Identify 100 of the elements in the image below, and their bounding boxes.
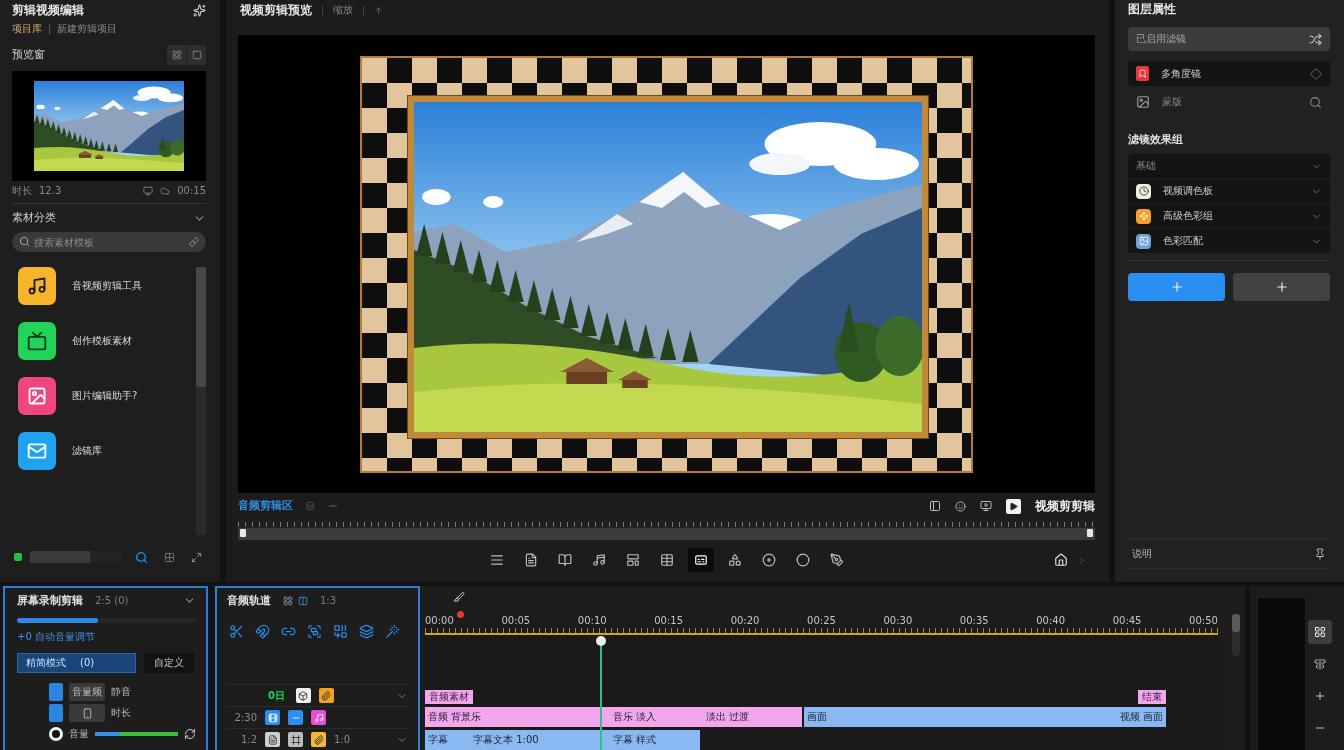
- monitor-icon: [143, 185, 154, 196]
- film-icon[interactable]: [265, 710, 280, 725]
- time-label: 00:50: [1189, 615, 1218, 628]
- trim-handle[interactable]: [240, 529, 246, 537]
- pen-icon: [829, 553, 844, 567]
- library-item[interactable]: 图片编辑助手?: [18, 377, 188, 415]
- plus-icon: [1274, 280, 1289, 295]
- clip-label: 字幕: [428, 734, 449, 746]
- effect-group[interactable]: 基础: [1128, 154, 1330, 180]
- time-label: 00:20: [730, 615, 760, 628]
- knife-icon[interactable]: [453, 590, 465, 603]
- scissors-icon[interactable]: [229, 623, 244, 639]
- filter-field[interactable]: 已启用滤镜: [1128, 27, 1330, 51]
- paperclip-icon[interactable]: [311, 732, 326, 747]
- clip-label: 音乐 淡入: [613, 711, 658, 723]
- timecode: 00:15: [177, 184, 206, 197]
- cloud-icon: [160, 185, 171, 196]
- arrow-up-icon[interactable]: [374, 5, 383, 15]
- time-label: 00:30: [883, 615, 913, 628]
- side-tool-button[interactable]: [1308, 620, 1332, 644]
- track-label: 2:30: [234, 711, 257, 724]
- custom-button[interactable]: 自定义: [144, 653, 194, 673]
- grid-icon[interactable]: [283, 595, 293, 606]
- editor-label: 视频剪剪辑: [1035, 498, 1095, 514]
- toggle-switch[interactable]: [49, 704, 63, 722]
- time-label: 00:10: [577, 615, 607, 628]
- layers-icon[interactable]: [359, 623, 374, 639]
- grid-icon: [171, 50, 182, 60]
- add-button[interactable]: [1128, 273, 1225, 302]
- square-icon: [191, 50, 202, 60]
- paperclip-icon[interactable]: [318, 688, 334, 703]
- layer-item[interactable]: 多角度镜: [1128, 61, 1330, 86]
- search-field[interactable]: 搜索素材模板: [12, 232, 206, 252]
- library-item[interactable]: 创作模板素材: [18, 322, 188, 360]
- squares-arrow-icon[interactable]: [333, 623, 348, 639]
- smile-icon[interactable]: [955, 500, 966, 512]
- scrubber-track[interactable]: [238, 520, 1095, 540]
- marker-dot-icon[interactable]: [457, 611, 464, 619]
- hash-icon[interactable]: [288, 732, 303, 747]
- plus-icon: [1169, 280, 1184, 295]
- captions-icon: [693, 553, 708, 567]
- help-row[interactable]: 说明: [1128, 538, 1330, 569]
- grid-view-button[interactable]: [167, 45, 186, 65]
- link-icon[interactable]: [189, 237, 199, 247]
- single-view-button[interactable]: [187, 45, 206, 65]
- radio-button[interactable]: [49, 727, 63, 741]
- time-label: 00:00: [425, 615, 454, 628]
- setting-label: 时长: [111, 707, 131, 719]
- monitor-play-icon[interactable]: [980, 500, 992, 512]
- bracketed-squares-icon[interactable]: [307, 623, 322, 639]
- search-icon[interactable]: [1309, 95, 1322, 109]
- tag-label: 音量频: [69, 683, 105, 701]
- duration-text: 2:5 (0): [95, 594, 129, 607]
- toggle-switch[interactable]: [49, 683, 63, 701]
- tool-button[interactable]: [687, 548, 714, 572]
- clip-label: 字幕 样式: [613, 734, 658, 746]
- subtitle-clip[interactable]: 字幕 字幕文本 1:00 字幕 样式: [425, 730, 700, 750]
- section-title: 素材分类: [12, 211, 56, 225]
- layer-item[interactable]: 蒙版: [1128, 92, 1330, 112]
- speed-slider[interactable]: [17, 618, 196, 623]
- auto-volume-link[interactable]: +0 自动音量调节: [17, 631, 196, 644]
- circle-icon: [795, 553, 810, 567]
- play-tile-icon[interactable]: [1006, 498, 1021, 514]
- menu-icon: [489, 553, 504, 567]
- sparkles-icon[interactable]: [193, 3, 206, 17]
- grid-icon[interactable]: [164, 551, 175, 563]
- effect-item[interactable]: 视频调色板: [1128, 179, 1330, 205]
- time-label: 00:45: [1112, 615, 1142, 628]
- video-clip[interactable]: 画面 视频 画面: [804, 707, 1166, 727]
- expand-icon[interactable]: [191, 551, 202, 563]
- image-icon: [1136, 95, 1150, 109]
- mode-select[interactable]: 精简模式 (0): [17, 653, 136, 673]
- wand-icon[interactable]: [385, 623, 400, 639]
- panel-title: 视频剪辑预览: [240, 2, 312, 18]
- panel-title: 剪辑视频编辑: [12, 2, 84, 18]
- effect-item[interactable]: 色彩匹配: [1128, 229, 1330, 255]
- track-badge: 0日: [265, 689, 288, 702]
- magnet-icon[interactable]: [255, 623, 270, 639]
- trim-handle[interactable]: [1087, 529, 1093, 537]
- breadcrumb-link[interactable]: 项目库: [12, 23, 42, 35]
- breadcrumb-separator: |: [48, 23, 52, 35]
- audio-clip[interactable]: 音频 背景乐 音乐 淡入 淡出 过渡: [425, 707, 802, 727]
- columns-icon[interactable]: [298, 595, 308, 606]
- library-item[interactable]: 滤镜库: [18, 432, 188, 470]
- volume-slider[interactable]: [95, 732, 178, 736]
- effect-item[interactable]: 高级色彩组: [1128, 204, 1330, 230]
- caption-link[interactable]: 音频剪辑区: [238, 499, 293, 513]
- library-item[interactable]: 音视频剪辑工具: [18, 267, 188, 305]
- table-icon: [659, 553, 674, 567]
- scrollbar-thumb[interactable]: [1232, 614, 1240, 632]
- search-icon[interactable]: [135, 550, 148, 564]
- refresh-icon[interactable]: [184, 728, 196, 740]
- home-icon[interactable]: [1054, 553, 1068, 567]
- panel-icon[interactable]: [929, 500, 941, 512]
- scrollbar-thumb[interactable]: [196, 267, 206, 387]
- cube-icon[interactable]: [295, 688, 311, 703]
- playhead-handle[interactable]: [596, 636, 607, 646]
- phone-icon: [69, 704, 105, 722]
- document-icon[interactable]: [265, 732, 280, 747]
- music-note-icon[interactable]: [311, 710, 326, 725]
